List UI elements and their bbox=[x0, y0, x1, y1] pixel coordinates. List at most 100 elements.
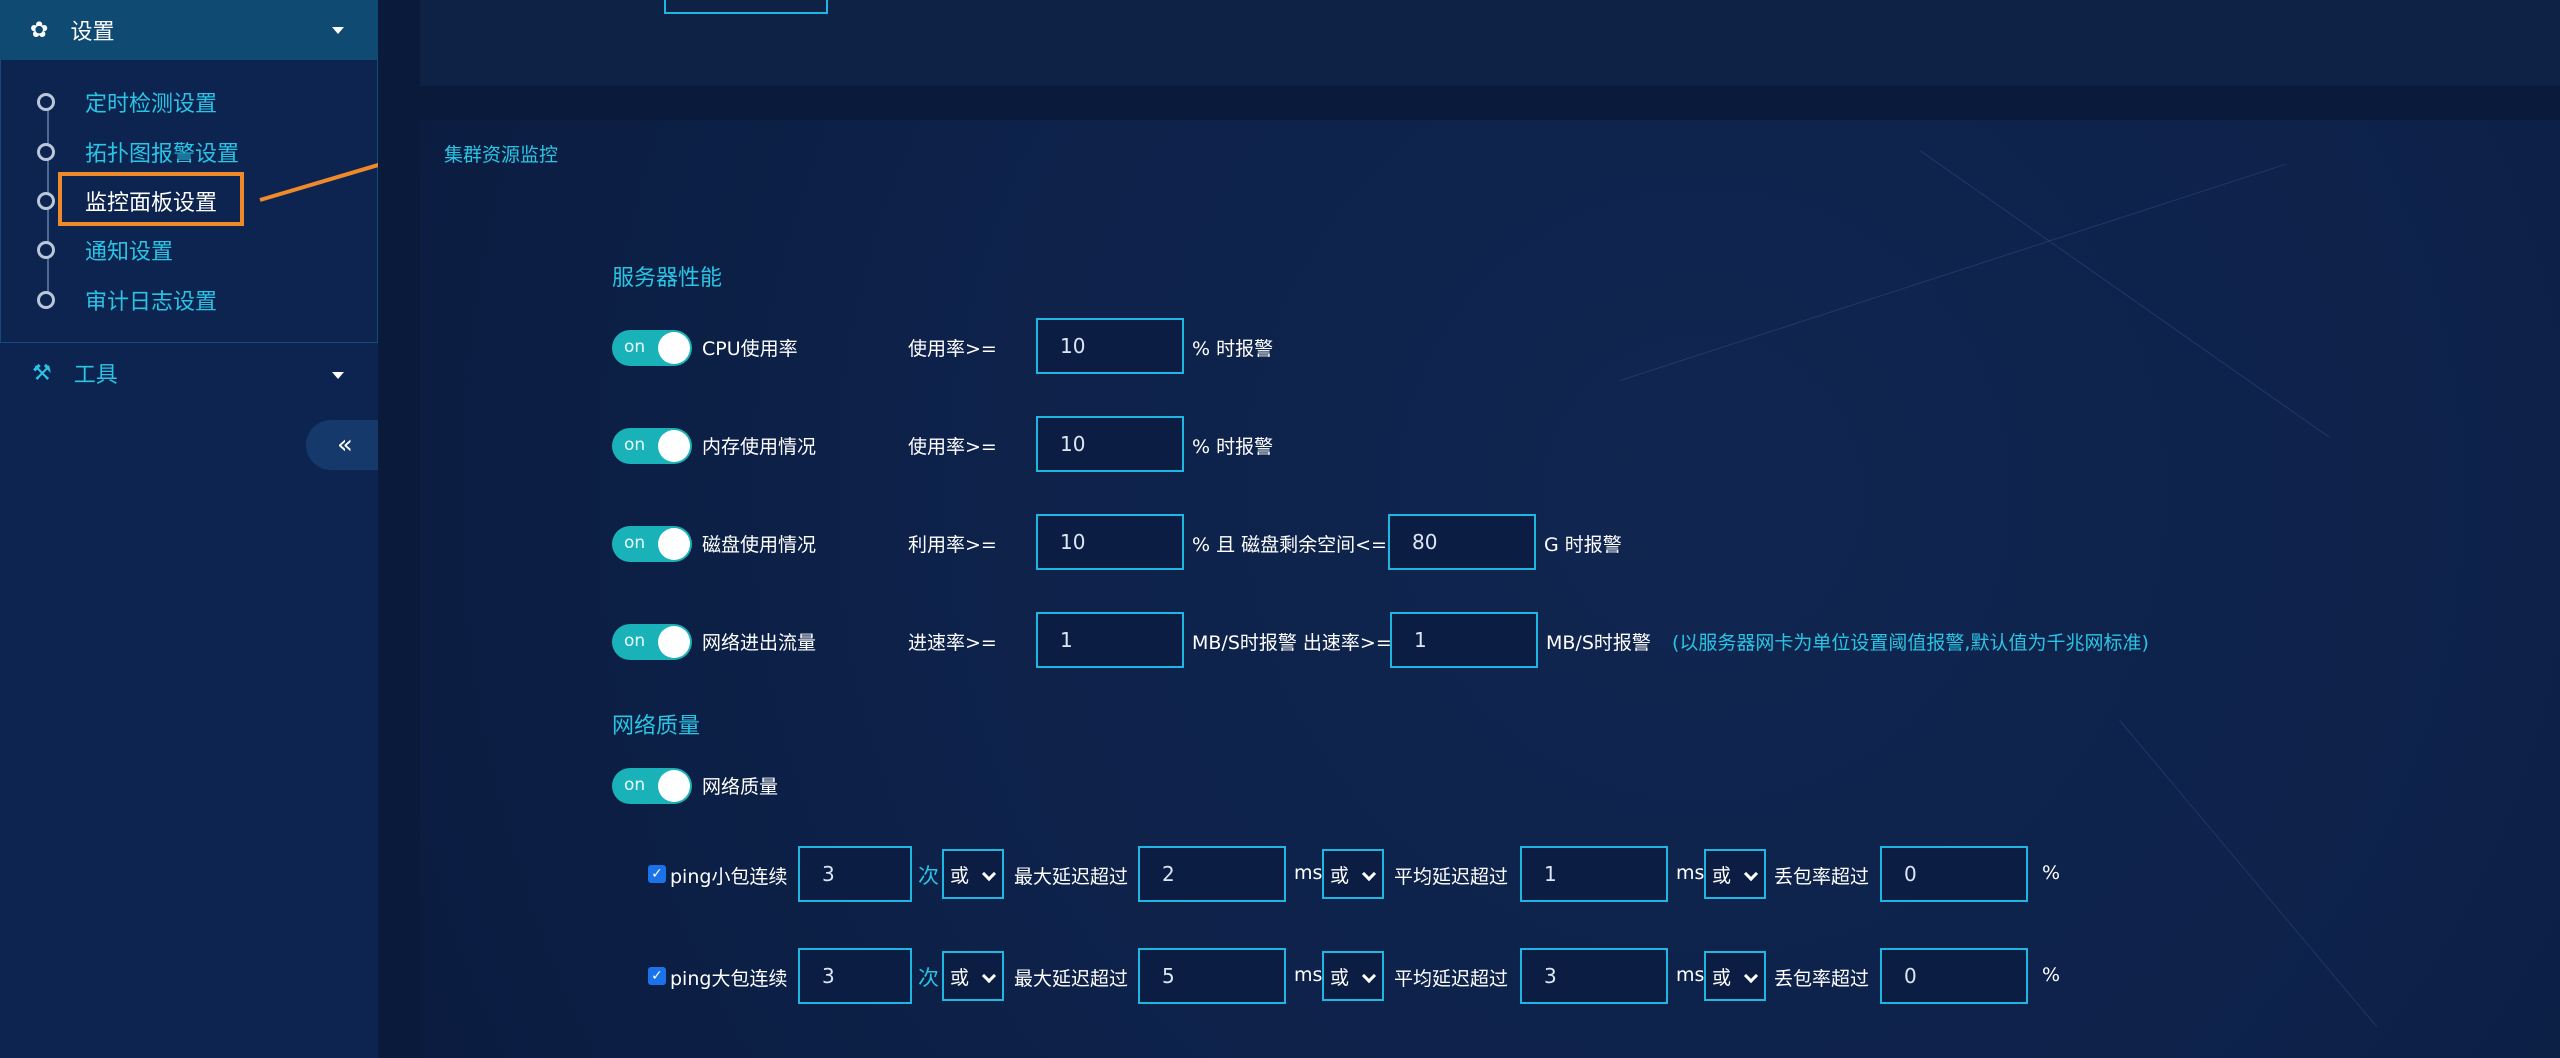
highlight-annotation-box bbox=[58, 172, 244, 226]
tools-menu-title: 工具 bbox=[73, 363, 118, 388]
network-traffic-row: on 网络进出流量 进速率>= 1 MB/S时报警 出速率>= 1 MB/S时报… bbox=[612, 612, 2412, 668]
ping-large-ms-2: ms bbox=[1676, 964, 1705, 986]
chevron-down-icon bbox=[1361, 968, 1377, 984]
ping-small-max-input[interactable]: 2 bbox=[1138, 846, 1286, 902]
gear-icon: ✿ bbox=[30, 17, 49, 43]
cpu-row: on CPU使用率 使用率>= 10 % 时报警 bbox=[612, 318, 1812, 374]
network-traffic-toggle[interactable]: on bbox=[612, 624, 692, 660]
timeline-dot bbox=[37, 143, 55, 161]
disk-free-input[interactable]: 80 bbox=[1388, 514, 1536, 570]
main-area: 集群资源监控 服务器性能 on CPU使用率 使用率>= 10 % 时报警 on… bbox=[378, 0, 2560, 1058]
select-value: 或 bbox=[1330, 864, 1350, 887]
sidebar-item-topology-alarm[interactable]: 拓扑图报警设置 bbox=[37, 132, 239, 172]
memory-threshold-input[interactable]: 10 bbox=[1036, 416, 1184, 472]
ping-small-loss-input[interactable]: 0 bbox=[1880, 846, 2028, 902]
sidebar-item-label: 审计日志设置 bbox=[85, 290, 218, 315]
chevron-down-icon bbox=[1743, 866, 1759, 882]
ping-small-ms-2: ms bbox=[1676, 862, 1705, 884]
collapse-sidebar-button[interactable]: « bbox=[306, 420, 378, 470]
cpu-suffix: % 时报警 bbox=[1192, 338, 1274, 360]
sidebar-item-label: 拓扑图报警设置 bbox=[85, 142, 240, 167]
top-input-field[interactable] bbox=[664, 0, 828, 14]
settings-menu-header[interactable]: ✿ 设置 bbox=[0, 0, 378, 60]
timeline-dot bbox=[37, 291, 55, 309]
memory-toggle[interactable]: on bbox=[612, 428, 692, 464]
toggle-knob bbox=[658, 626, 690, 658]
toggle-on-text: on bbox=[624, 775, 646, 795]
ping-small-or-select-3[interactable]: 或 bbox=[1704, 849, 1766, 899]
timeline-dot bbox=[37, 192, 55, 210]
select-value: 或 bbox=[1330, 966, 1350, 989]
ping-small-or-select-1[interactable]: 或 bbox=[942, 849, 1004, 899]
sidebar-item-scheduled-check[interactable]: 定时检测设置 bbox=[37, 82, 217, 122]
tools-menu-header[interactable]: ⚒ 工具 bbox=[0, 350, 378, 396]
network-traffic-label: 网络进出流量 bbox=[702, 632, 817, 654]
network-in-input[interactable]: 1 bbox=[1036, 612, 1184, 668]
network-in-prefix: 进速率>= bbox=[908, 632, 997, 654]
wrench-icon: ⚒ bbox=[32, 360, 52, 386]
toggle-knob bbox=[658, 332, 690, 364]
disk-label: 磁盘使用情况 bbox=[702, 534, 817, 556]
toggle-knob bbox=[658, 528, 690, 560]
network-quality-label: 网络质量 bbox=[702, 776, 779, 798]
network-quality-heading: 网络质量 bbox=[612, 714, 701, 739]
disk-mid-text: % 且 磁盘剩余空间<= bbox=[1192, 534, 1387, 556]
sidebar-item-label: 通知设置 bbox=[85, 240, 174, 265]
server-performance-heading: 服务器性能 bbox=[612, 266, 723, 291]
ping-large-loss-input[interactable]: 0 bbox=[1880, 948, 2028, 1004]
select-value: 或 bbox=[1712, 966, 1732, 989]
memory-label: 内存使用情况 bbox=[702, 436, 817, 458]
cpu-label: CPU使用率 bbox=[702, 338, 798, 360]
ping-large-max-label: 最大延迟超过 bbox=[1014, 968, 1129, 990]
memory-suffix: % 时报警 bbox=[1192, 436, 1274, 458]
panel-title: 集群资源监控 bbox=[444, 144, 559, 166]
chevron-down-icon bbox=[981, 968, 997, 984]
ping-small-avg-input[interactable]: 1 bbox=[1520, 846, 1668, 902]
disk-prefix: 利用率>= bbox=[908, 534, 997, 556]
toggle-on-text: on bbox=[624, 533, 646, 553]
ping-small-ms-1: ms bbox=[1294, 862, 1323, 884]
ping-small-label: ping小包连续 bbox=[670, 866, 788, 888]
network-mid-text: MB/S时报警 出速率>= bbox=[1192, 632, 1392, 654]
ping-large-count-unit: 次 bbox=[918, 966, 939, 990]
network-quality-toggle[interactable]: on bbox=[612, 768, 692, 804]
chevron-down-icon bbox=[1743, 968, 1759, 984]
select-value: 或 bbox=[950, 966, 970, 989]
chevron-down-icon bbox=[1361, 866, 1377, 882]
network-suffix: MB/S时报警 bbox=[1546, 632, 1651, 654]
cpu-toggle[interactable]: on bbox=[612, 330, 692, 366]
ping-large-ms-1: ms bbox=[1294, 964, 1323, 986]
network-quality-row: on 网络质量 bbox=[612, 756, 1212, 812]
ping-large-pct: % bbox=[2042, 964, 2061, 986]
disk-usage-input[interactable]: 10 bbox=[1036, 514, 1184, 570]
ping-large-label: ping大包连续 bbox=[670, 968, 788, 990]
top-panel bbox=[420, 0, 2560, 86]
caret-down-icon bbox=[332, 27, 344, 34]
disk-toggle[interactable]: on bbox=[612, 526, 692, 562]
select-value: 或 bbox=[950, 864, 970, 887]
toggle-on-text: on bbox=[624, 435, 646, 455]
ping-small-checkbox[interactable]: ✓ bbox=[648, 865, 666, 883]
sidebar-item-audit-log[interactable]: 审计日志设置 bbox=[37, 280, 217, 320]
network-out-input[interactable]: 1 bbox=[1390, 612, 1538, 668]
ping-large-max-input[interactable]: 5 bbox=[1138, 948, 1286, 1004]
ping-large-loss-label: 丢包率超过 bbox=[1774, 968, 1870, 990]
toggle-on-text: on bbox=[624, 631, 646, 651]
sidebar-item-notification[interactable]: 通知设置 bbox=[37, 230, 173, 270]
ping-small-count-input[interactable]: 3 bbox=[798, 846, 912, 902]
settings-menu-title: 设置 bbox=[70, 20, 115, 45]
ping-large-or-select-3[interactable]: 或 bbox=[1704, 951, 1766, 1001]
ping-small-pct: % bbox=[2042, 862, 2061, 884]
ping-large-or-select-1[interactable]: 或 bbox=[942, 951, 1004, 1001]
ping-large-count-input[interactable]: 3 bbox=[798, 948, 912, 1004]
memory-prefix: 使用率>= bbox=[908, 436, 997, 458]
ping-large-checkbox[interactable]: ✓ bbox=[648, 967, 666, 985]
ping-large-avg-label: 平均延迟超过 bbox=[1394, 968, 1509, 990]
ping-small-or-select-2[interactable]: 或 bbox=[1322, 849, 1384, 899]
toggle-on-text: on bbox=[624, 337, 646, 357]
ping-large-or-select-2[interactable]: 或 bbox=[1322, 951, 1384, 1001]
ping-small-max-label: 最大延迟超过 bbox=[1014, 866, 1129, 888]
ping-large-avg-input[interactable]: 3 bbox=[1520, 948, 1668, 1004]
memory-row: on 内存使用情况 使用率>= 10 % 时报警 bbox=[612, 416, 1812, 472]
cpu-threshold-input[interactable]: 10 bbox=[1036, 318, 1184, 374]
